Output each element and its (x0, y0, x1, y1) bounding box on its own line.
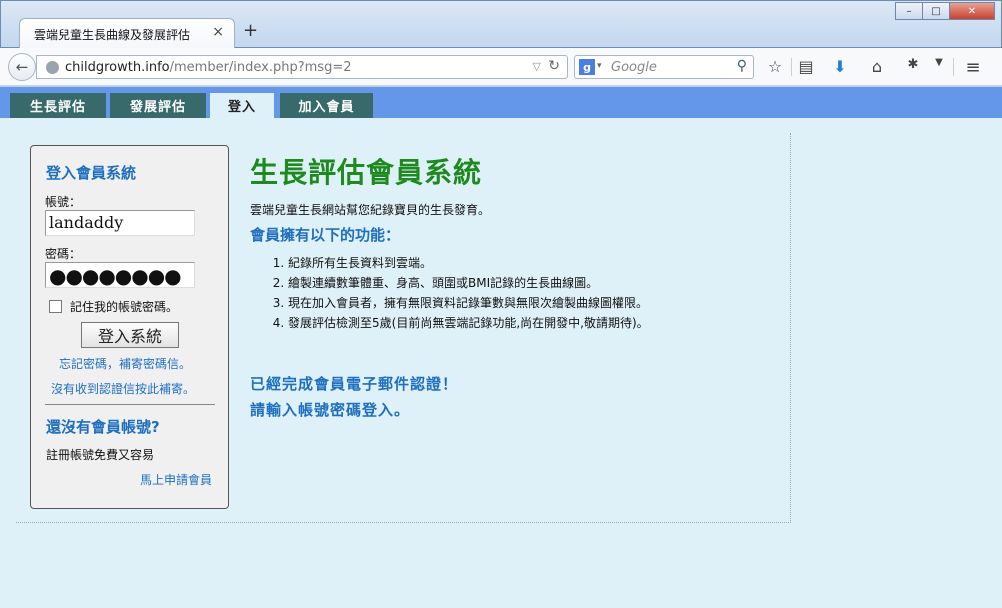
no-account-heading: 還沒有會員帳號? (46, 418, 160, 436)
minimize-button[interactable]: – (895, 2, 923, 20)
list-item: 紀錄所有生長資料到雲端。 (288, 253, 649, 273)
window-titlebar: 雲端兒童生長曲線及發展評估 × + – □ ✕ (0, 0, 1002, 49)
back-arrow-icon: ← (15, 58, 29, 76)
back-button[interactable]: ← (8, 53, 36, 81)
search-placeholder[interactable]: Google (611, 60, 657, 75)
window-controls: – □ ✕ (895, 2, 995, 20)
list-item: 現在加入會員者，擁有無限資料記錄筆數與無限次繪製曲線圖權限。 (288, 293, 649, 313)
list-item: 發展評估檢測至5歲(目前尚無雲端記錄功能,尚在開發中,敬請期待)。 (288, 313, 649, 333)
download-icon[interactable]: ⬇ (829, 57, 851, 76)
browser-toolbar: childgrowth.info/member/index.php?msg=2 … (0, 48, 1002, 86)
search-engine-dropdown-icon[interactable]: ▾ (597, 61, 602, 71)
remember-checkbox[interactable] (49, 300, 62, 313)
search-engine-icon[interactable]: g (579, 59, 595, 75)
page-title: 生長評估會員系統 (250, 156, 483, 189)
forgot-password-link[interactable]: 忘記密碼，補寄密碼信。 (59, 355, 191, 372)
new-tab-button[interactable]: + (243, 21, 258, 41)
login-prompt-message: 請輸入帳號密碼登入。 (250, 401, 411, 419)
url-history-dropdown-icon[interactable]: ▽ (533, 60, 541, 73)
signup-link[interactable]: 馬上申請會員 (140, 471, 212, 488)
menu-icon[interactable]: ≡ (962, 57, 984, 78)
login-submit-button[interactable]: 登入系統 (81, 322, 179, 348)
url-text[interactable]: childgrowth.info/member/index.php?msg=2 (65, 60, 351, 75)
globe-icon (46, 61, 59, 74)
extension-icon[interactable]: ✱ (902, 57, 924, 72)
divider (45, 404, 215, 405)
search-icon[interactable]: ⚲ (737, 58, 747, 74)
features-list: 紀錄所有生長資料到雲端。 繪製連續數筆體重、身高、頭圍或BMI記錄的生長曲線圖。… (270, 253, 649, 333)
search-bar[interactable]: g ▾ Google ⚲ (574, 55, 754, 79)
account-input[interactable]: landaddy (45, 210, 195, 236)
reading-list-icon[interactable]: ▤ (795, 57, 817, 76)
extension-dropdown-icon[interactable]: ▼ (928, 57, 950, 68)
resend-verification-link[interactable]: 沒有收到認證信按此補寄。 (51, 380, 195, 397)
url-host: childgrowth.info (65, 60, 170, 75)
close-tab-icon[interactable]: × (212, 24, 224, 40)
password-masked-value: ●●●●●●●● (49, 264, 182, 288)
reload-icon[interactable]: ↻ (548, 58, 560, 74)
browser-tab-title: 雲端兒童生長曲線及發展評估 (34, 28, 191, 42)
page-viewport: 生長評估 發展評估 登入 加入會員 登入會員系統 帳號： landaddy 密碼… (0, 87, 1002, 608)
browser-tab[interactable]: 雲端兒童生長曲線及發展評估 × (19, 18, 235, 49)
account-label: 帳號： (45, 195, 82, 209)
nav-tab-login[interactable]: 登入 (210, 93, 274, 118)
maximize-button[interactable]: □ (922, 2, 950, 20)
url-bar[interactable]: childgrowth.info/member/index.php?msg=2 … (36, 55, 568, 79)
nav-tab-growth[interactable]: 生長評估 (10, 93, 106, 118)
bookmark-star-icon[interactable]: ☆ (764, 57, 786, 76)
no-account-text: 註冊帳號免費又容易 (46, 448, 155, 462)
remember-label: 記住我的帳號密碼。 (70, 300, 179, 314)
list-item: 繪製連續數筆體重、身高、頭圍或BMI記錄的生長曲線圖。 (288, 273, 649, 293)
page-intro: 雲端兒童生長網站幫您紀錄寶貝的生長發育。 (250, 203, 491, 217)
url-path: /member/index.php?msg=2 (169, 60, 352, 75)
home-icon[interactable]: ⌂ (866, 57, 888, 76)
site-nav: 生長評估 發展評估 登入 加入會員 (0, 87, 1002, 118)
login-box: 登入會員系統 帳號： landaddy 密碼： ●●●●●●●● 記住我的帳號密… (30, 145, 229, 509)
features-heading: 會員擁有以下的功能： (250, 226, 401, 244)
verification-message: 已經完成會員電子郵件認證！ (250, 375, 459, 393)
toolbar-separator (791, 58, 792, 76)
close-window-button[interactable]: ✕ (949, 2, 995, 20)
password-label: 密碼： (45, 247, 82, 261)
login-title: 登入會員系統 (46, 164, 137, 182)
nav-tab-join[interactable]: 加入會員 (280, 93, 373, 118)
remember-me[interactable]: 記住我的帳號密碼。 (49, 298, 178, 315)
password-input[interactable]: ●●●●●●●● (45, 262, 195, 288)
toolbar-separator (953, 58, 954, 76)
nav-tab-development[interactable]: 發展評估 (110, 93, 206, 118)
